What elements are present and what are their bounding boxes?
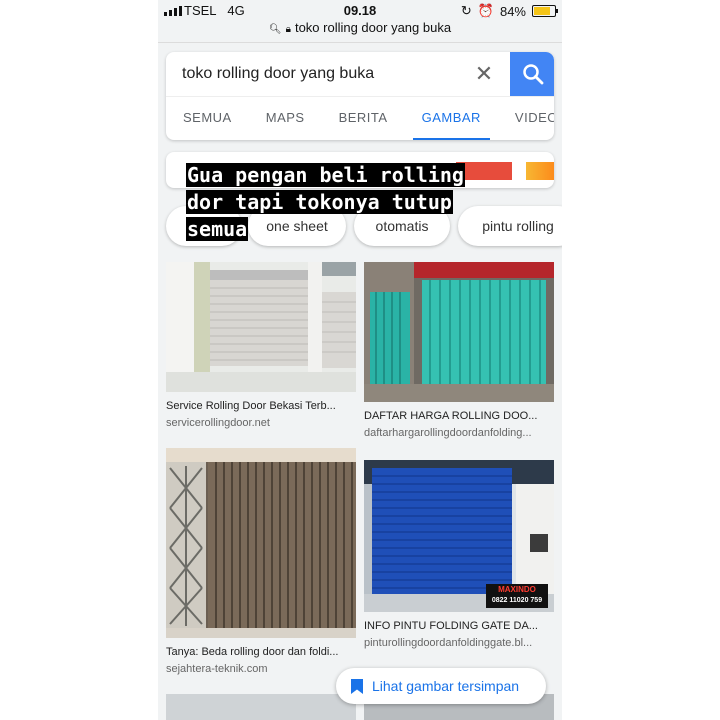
caption-overlay: Gua pengan beli rolling dor tapi tokonya…	[186, 162, 465, 243]
result-source: daftarhargarollingdoordanfolding...	[364, 427, 532, 439]
divider	[158, 42, 562, 43]
image-result-partial[interactable]	[166, 694, 356, 720]
bookmark-icon	[351, 679, 363, 694]
result-source: pinturollingdoordanfoldinggate.bl...	[364, 637, 533, 649]
result-thumbnail[interactable]	[166, 448, 356, 638]
search-tabs: SEMUA MAPS BERITA GAMBAR VIDEO	[166, 96, 554, 140]
watermark-brand: MAXINDO	[498, 585, 536, 594]
image-result[interactable]: DAFTAR HARGA ROLLING DOO... daftarhargar…	[364, 262, 554, 439]
tab-video[interactable]: VIDEO	[498, 97, 554, 140]
watermark-phone: 0822 11020 759	[491, 597, 543, 604]
orientation-lock-icon: ↻	[460, 3, 472, 18]
related-thumb	[526, 162, 554, 180]
result-caption: INFO PINTU FOLDING GATE DA...	[364, 620, 538, 632]
search-small-icon: 🔍︎	[268, 24, 282, 35]
overlay-line: Gua pengan beli rolling	[186, 163, 465, 187]
tab-berita[interactable]: BERITA	[322, 97, 405, 140]
tab-maps[interactable]: MAPS	[249, 97, 322, 140]
result-thumbnail[interactable]: MAXINDO 0822 11020 759	[364, 460, 554, 612]
result-thumbnail[interactable]	[364, 262, 554, 402]
result-caption: DAFTAR HARGA ROLLING DOO...	[364, 410, 538, 422]
tab-semua[interactable]: SEMUA	[166, 97, 249, 140]
status-bar: TSEL 4G 09.18 ↻ ⏰ 84%	[158, 0, 562, 22]
result-thumbnail[interactable]	[166, 262, 356, 392]
result-source: servicerollingdoor.net	[166, 417, 270, 429]
battery-icon	[532, 5, 558, 17]
url-text: toko rolling door yang buka	[294, 20, 452, 35]
chip-pintu-rolling[interactable]: pintu rolling	[458, 206, 562, 246]
saved-images-label: Lihat gambar tersimpan	[372, 678, 520, 694]
phone-screen: TSEL 4G 09.18 ↻ ⏰ 84% 🔍︎ 🔒︎ toko rolling d…	[158, 0, 562, 720]
tab-gambar[interactable]: GAMBAR	[405, 97, 498, 140]
result-source: sejahtera-teknik.com	[166, 663, 268, 675]
status-right: ↻ ⏰ 84%	[460, 3, 558, 19]
result-caption: Service Rolling Door Bekasi Terb...	[166, 400, 336, 412]
lock-icon: 🔒︎	[285, 24, 291, 35]
image-result[interactable]: Tanya: Beda rolling door dan foldi... se…	[166, 448, 356, 675]
battery-percent: 84%	[499, 3, 526, 19]
search-icon	[523, 64, 544, 85]
watermark-logo: MAXINDO 0822 11020 759	[486, 584, 548, 608]
search-card: toko rolling door yang buka ✕ SEMUA MAPS…	[166, 52, 554, 140]
saved-images-button[interactable]: Lihat gambar tersimpan	[336, 668, 546, 704]
url-bar[interactable]: 🔍︎ 🔒︎ toko rolling door yang buka	[158, 20, 562, 40]
search-button[interactable]	[510, 52, 554, 96]
search-input[interactable]: toko rolling door yang buka	[182, 65, 374, 83]
image-result[interactable]: Service Rolling Door Bekasi Terb... serv…	[166, 262, 356, 429]
alarm-icon: ⏰	[477, 3, 494, 18]
result-caption: Tanya: Beda rolling door dan foldi...	[166, 646, 339, 658]
image-result[interactable]: MAXINDO 0822 11020 759 INFO PINTU FOLDIN…	[364, 460, 554, 649]
close-icon[interactable]: ✕	[472, 60, 496, 88]
overlay-line: dor tapi tokonya tutup	[186, 190, 453, 214]
result-thumbnail[interactable]	[166, 694, 356, 720]
overlay-line: semua	[186, 217, 249, 241]
